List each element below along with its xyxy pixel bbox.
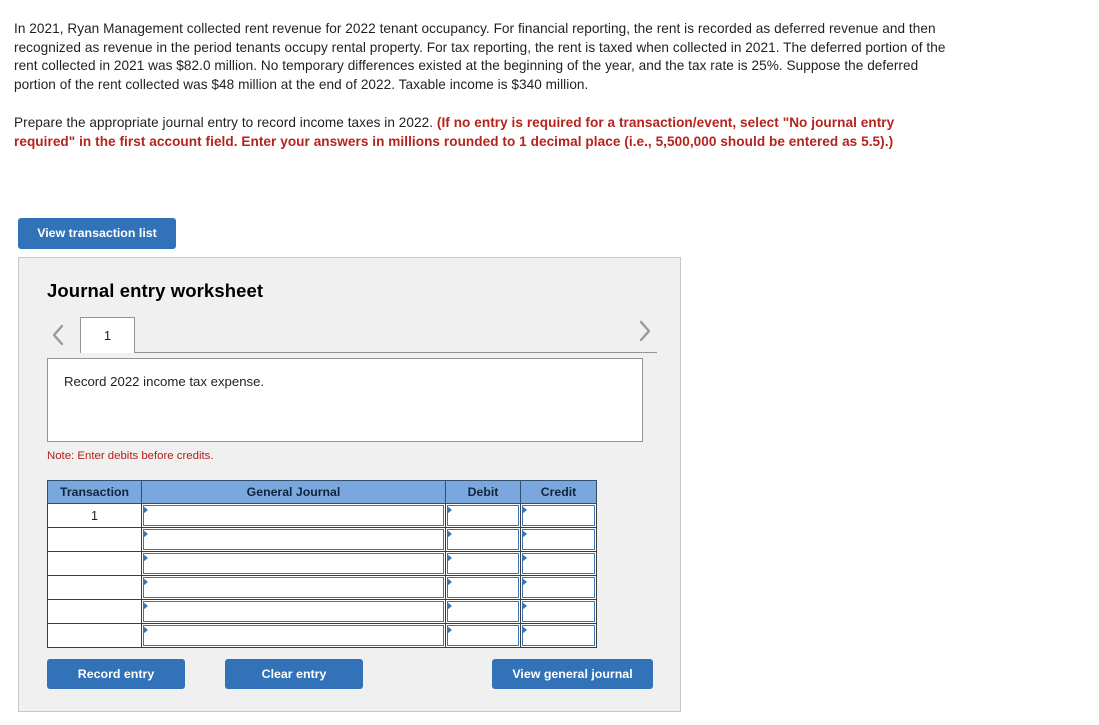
general-journal-input[interactable] (143, 553, 444, 574)
credit-cell[interactable] (520, 551, 597, 576)
journal-entry-table: Transaction General Journal Debit Credit… (47, 480, 597, 648)
dropdown-marker-icon (447, 530, 452, 538)
question-text-block: In 2021, Ryan Management collected rent … (14, 20, 954, 151)
debit-cell[interactable] (445, 575, 521, 600)
transaction-number-cell: 1 (47, 503, 142, 528)
dropdown-marker-icon (522, 578, 527, 586)
credit-cell[interactable] (520, 623, 597, 648)
column-header-credit: Credit (520, 480, 597, 504)
debit-input[interactable] (447, 529, 519, 550)
credit-input[interactable] (522, 601, 595, 622)
general-journal-input[interactable] (143, 625, 444, 646)
dropdown-marker-icon (143, 554, 148, 562)
credit-cell[interactable] (520, 575, 597, 600)
dropdown-marker-icon (447, 554, 452, 562)
transaction-number-cell (47, 623, 142, 648)
dropdown-marker-icon (447, 602, 452, 610)
general-journal-input[interactable] (143, 505, 444, 526)
table-header-row: Transaction General Journal Debit Credit (47, 480, 597, 504)
table-row (47, 623, 597, 648)
transaction-description-box: Record 2022 income tax expense. (47, 358, 643, 442)
general-journal-cell[interactable] (141, 599, 446, 624)
record-entry-button[interactable]: Record entry (47, 659, 185, 689)
credit-input[interactable] (522, 553, 595, 574)
debit-cell[interactable] (445, 527, 521, 552)
clear-entry-button[interactable]: Clear entry (225, 659, 363, 689)
credit-input[interactable] (522, 529, 595, 550)
dropdown-marker-icon (522, 554, 527, 562)
credit-cell[interactable] (520, 527, 597, 552)
debits-before-credits-note: Note: Enter debits before credits. (47, 450, 214, 462)
dropdown-marker-icon (143, 506, 148, 514)
worksheet-tab-1[interactable]: 1 (80, 317, 135, 353)
credit-input[interactable] (522, 505, 595, 526)
credit-cell[interactable] (520, 503, 597, 528)
journal-entry-worksheet-panel: Journal entry worksheet 1 Record 2022 in… (18, 257, 681, 712)
table-row (47, 527, 597, 552)
column-header-transaction: Transaction (47, 480, 142, 504)
general-journal-input[interactable] (143, 529, 444, 550)
dropdown-marker-icon (447, 506, 452, 514)
debit-cell[interactable] (445, 551, 521, 576)
view-general-journal-button[interactable]: View general journal (492, 659, 653, 689)
table-row (47, 599, 597, 624)
transaction-description-text: Record 2022 income tax expense. (64, 374, 265, 389)
debit-cell[interactable] (445, 503, 521, 528)
dropdown-marker-icon (143, 602, 148, 610)
column-header-debit: Debit (445, 480, 521, 504)
tabs-underline (135, 352, 657, 353)
general-journal-cell[interactable] (141, 575, 446, 600)
debit-cell[interactable] (445, 623, 521, 648)
dropdown-marker-icon (522, 530, 527, 538)
debit-input[interactable] (447, 601, 519, 622)
general-journal-input[interactable] (143, 601, 444, 622)
dropdown-marker-icon (522, 506, 527, 514)
credit-input[interactable] (522, 577, 595, 598)
table-row: 1 (47, 503, 597, 528)
worksheet-tabs-row: 1 (47, 317, 657, 353)
chevron-left-icon[interactable] (47, 317, 69, 353)
general-journal-cell[interactable] (141, 527, 446, 552)
table-row (47, 575, 597, 600)
view-transaction-list-button[interactable]: View transaction list (18, 218, 176, 249)
transaction-number-cell (47, 551, 142, 576)
table-row (47, 551, 597, 576)
general-journal-cell[interactable] (141, 503, 446, 528)
transaction-number-cell (47, 527, 142, 552)
general-journal-input[interactable] (143, 577, 444, 598)
debit-input[interactable] (447, 505, 519, 526)
debit-input[interactable] (447, 625, 519, 646)
dropdown-marker-icon (143, 578, 148, 586)
dropdown-marker-icon (143, 626, 148, 634)
credit-input[interactable] (522, 625, 595, 646)
transaction-number-cell (47, 575, 142, 600)
debit-input[interactable] (447, 553, 519, 574)
question-paragraph-1: In 2021, Ryan Management collected rent … (14, 21, 946, 93)
worksheet-title: Journal entry worksheet (47, 280, 264, 301)
chevron-right-icon[interactable] (634, 313, 656, 349)
debit-cell[interactable] (445, 599, 521, 624)
question-paragraph-2: Prepare the appropriate journal entry to… (14, 114, 954, 151)
credit-cell[interactable] (520, 599, 597, 624)
transaction-number-cell (47, 599, 142, 624)
dropdown-marker-icon (447, 578, 452, 586)
column-header-general-journal: General Journal (141, 480, 446, 504)
dropdown-marker-icon (143, 530, 148, 538)
dropdown-marker-icon (522, 602, 527, 610)
dropdown-marker-icon (447, 626, 452, 634)
question-prompt-text: Prepare the appropriate journal entry to… (14, 114, 437, 130)
debit-input[interactable] (447, 577, 519, 598)
general-journal-cell[interactable] (141, 623, 446, 648)
general-journal-cell[interactable] (141, 551, 446, 576)
dropdown-marker-icon (522, 626, 527, 634)
